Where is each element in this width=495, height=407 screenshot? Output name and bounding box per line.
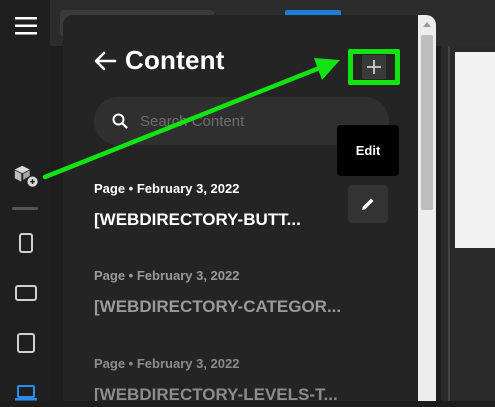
add-content-button[interactable] xyxy=(348,49,400,85)
menu-button[interactable] xyxy=(12,12,40,40)
device-mobile-button[interactable] xyxy=(12,229,40,257)
plus-icon xyxy=(367,60,381,74)
scroll-thumb[interactable] xyxy=(421,35,433,210)
mobile-icon xyxy=(19,233,33,253)
rail-divider xyxy=(12,207,38,210)
add-block-icon xyxy=(14,165,38,187)
tablet-landscape-icon xyxy=(15,285,37,301)
search-icon xyxy=(112,113,128,129)
edit-tooltip: Edit xyxy=(337,125,399,176)
menu-icon xyxy=(15,17,37,35)
left-toolbar xyxy=(0,0,50,401)
back-arrow-icon[interactable] xyxy=(93,51,117,71)
item-meta: Page • February 3, 2022 xyxy=(94,356,240,371)
panel-title: Content xyxy=(125,45,225,75)
canvas-area xyxy=(441,46,495,401)
content-list-item[interactable]: Page • February 3, 2022 [WEBDIRECTORY-CA… xyxy=(94,268,394,317)
edit-button[interactable] xyxy=(348,185,388,223)
pencil-icon xyxy=(362,198,374,210)
add-block-button[interactable] xyxy=(12,162,40,190)
item-title: [WEBDIRECTORY-LEVELS-T... xyxy=(94,385,338,401)
device-tablet-button[interactable] xyxy=(12,329,40,357)
device-tablet-landscape-button[interactable] xyxy=(12,279,40,307)
device-laptop-button[interactable] xyxy=(12,379,40,407)
canvas-divider xyxy=(448,46,450,401)
panel-header: Content xyxy=(93,45,225,76)
item-meta: Page • February 3, 2022 xyxy=(94,268,240,283)
laptop-icon xyxy=(15,385,37,401)
content-list-item[interactable]: Page • February 3, 2022 [WEBDIRECTORY-LE… xyxy=(94,356,394,401)
scroll-up-icon[interactable] xyxy=(423,22,431,27)
canvas-preview xyxy=(455,52,495,248)
item-title: [WEBDIRECTORY-CATEGOR... xyxy=(94,297,342,316)
panel-scrollbar[interactable] xyxy=(418,15,436,401)
tablet-icon xyxy=(17,333,35,353)
